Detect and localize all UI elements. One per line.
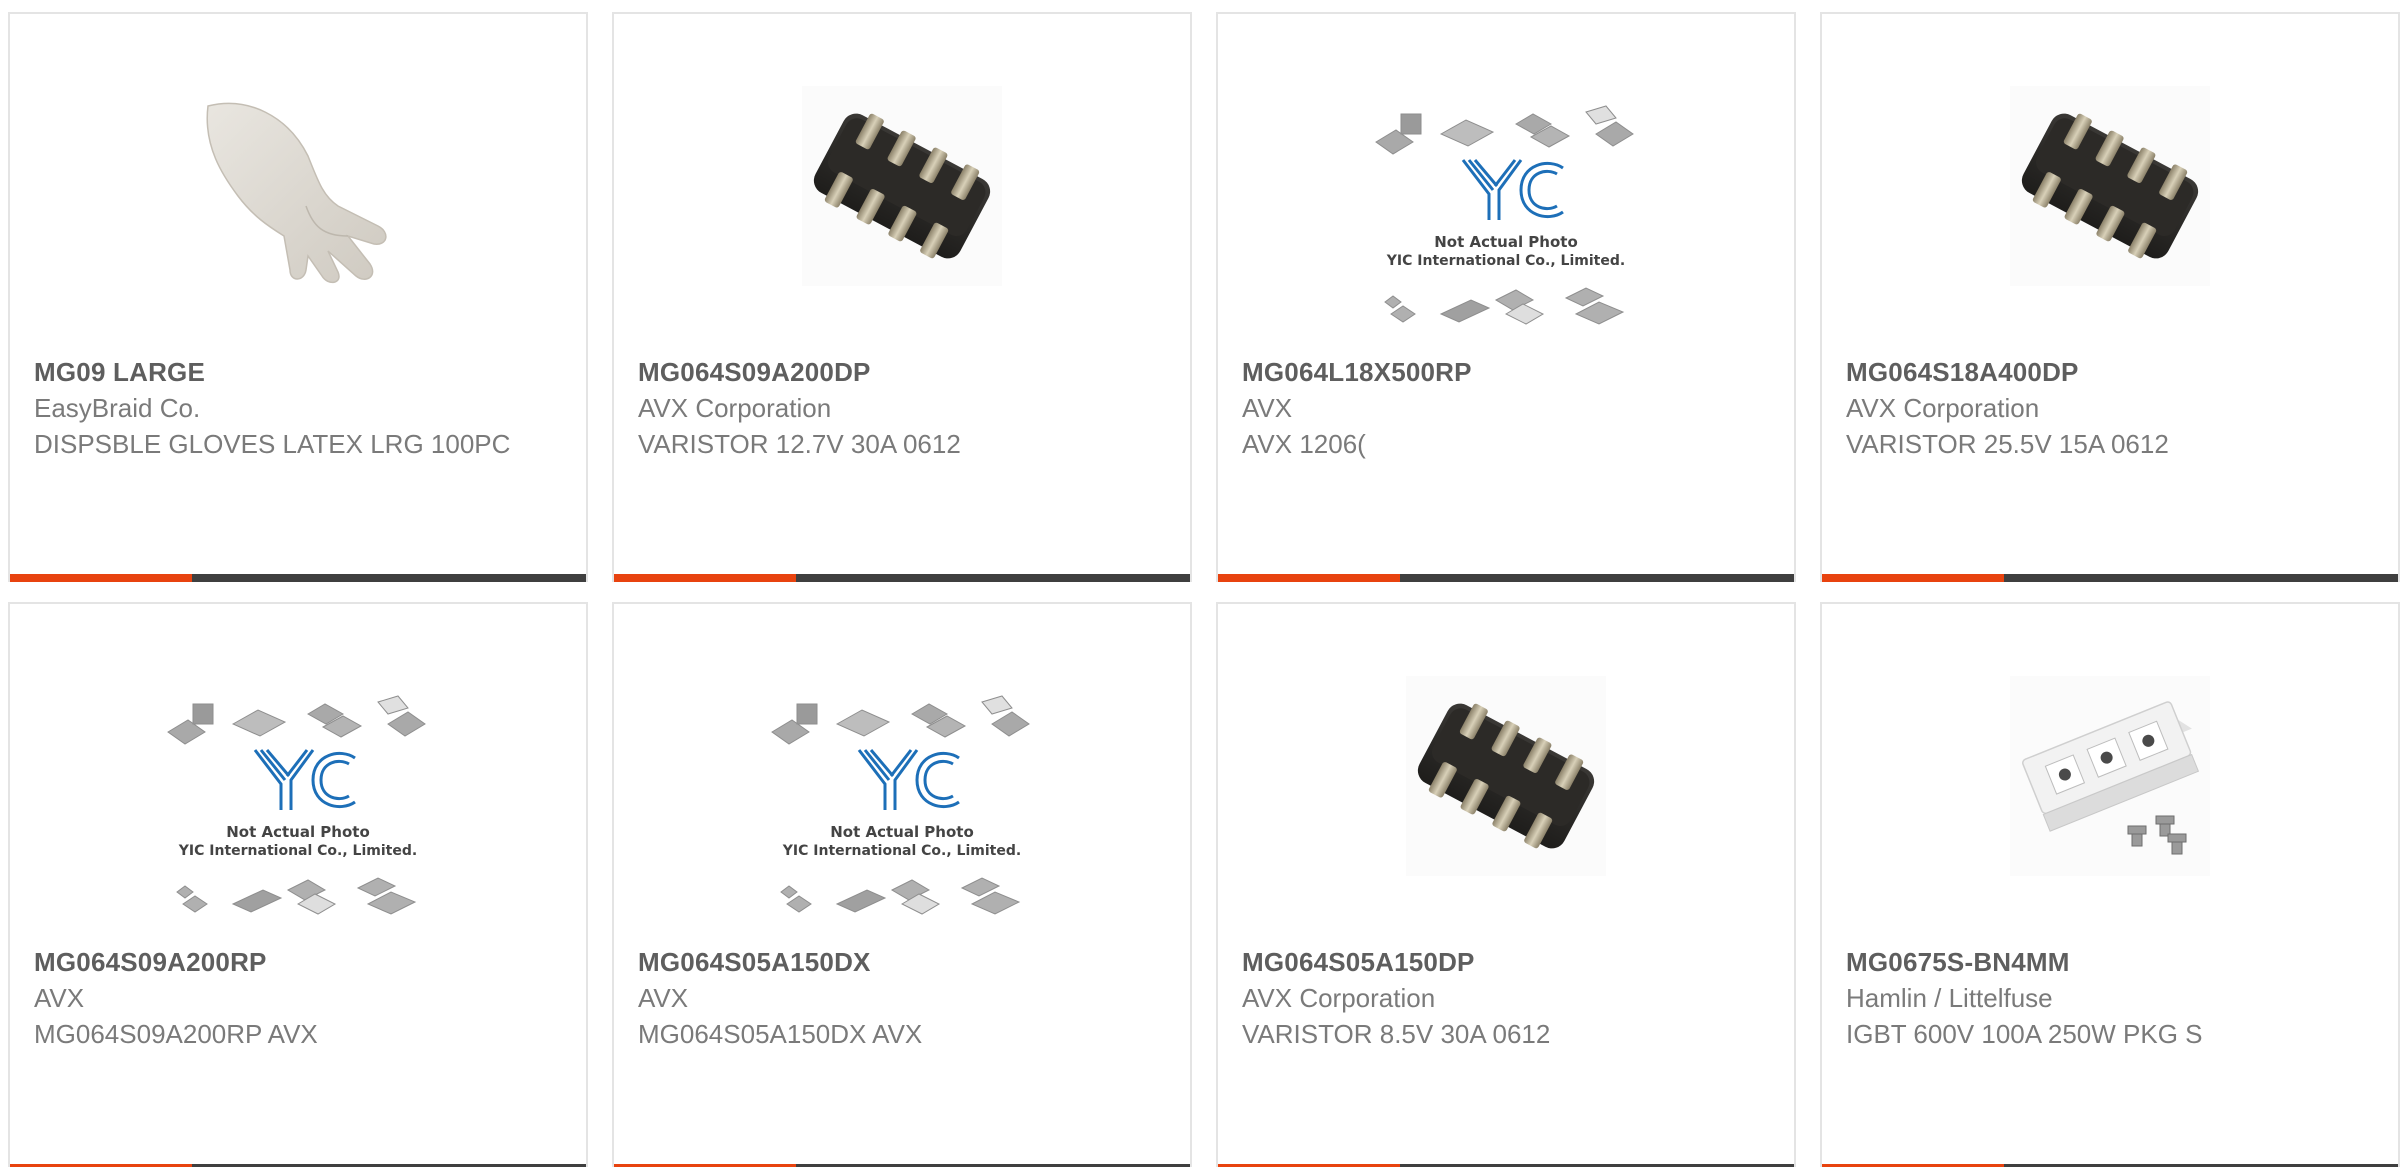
product-card[interactable]: MG064S05A150DP AVX Corporation VARISTOR … <box>1216 602 1796 1167</box>
card-accent-bar <box>614 574 796 582</box>
product-description: VARISTOR 25.5V 15A 0612 <box>1846 429 2169 459</box>
product-description: IGBT 600V 100A 250W PKG S <box>1846 1019 2203 1049</box>
yic-logo-icon <box>857 749 960 810</box>
manufacturer-name: AVX <box>638 983 689 1013</box>
chip-array-image <box>802 86 1002 286</box>
product-card[interactable]: MG064S09A200DP AVX Corporation VARISTOR … <box>612 12 1192 582</box>
part-number[interactable]: MG064S09A200DP <box>638 354 1166 390</box>
product-card[interactable]: MG0675S-BN4MM Hamlin / Littelfuse IGBT 6… <box>1820 602 2400 1167</box>
card-accent-bar <box>1218 574 1400 582</box>
card-accent-bar <box>10 574 192 582</box>
placeholder-caption-2: YIC International Co., Limited. <box>782 843 1021 859</box>
placeholder-image: Not Actual Photo YIC International Co., … <box>771 695 1030 915</box>
yic-logo-icon <box>1461 159 1564 220</box>
card-bottom-bar <box>10 574 586 582</box>
placeholder-caption-2: YIC International Co., Limited. <box>1386 253 1625 269</box>
product-description: AVX 1206( <box>1242 429 1366 459</box>
product-card[interactable]: MG064S18A400DP AVX Corporation VARISTOR … <box>1820 12 2400 582</box>
placeholder-caption-1: Not Actual Photo <box>830 823 974 841</box>
placeholder-caption-1: Not Actual Photo <box>226 823 370 841</box>
glove-image <box>198 86 398 286</box>
manufacturer-name: AVX <box>1242 393 1293 423</box>
igbt-module-image <box>2010 676 2210 876</box>
manufacturer-name: Hamlin / Littelfuse <box>1846 983 2053 1013</box>
card-bottom-bar <box>614 574 1190 582</box>
part-number[interactable]: MG09 LARGE <box>34 354 562 390</box>
product-description: MG064S09A200RP AVX <box>34 1019 318 1049</box>
product-card[interactable]: MG09 LARGE EasyBraid Co. DISPSBLE GLOVES… <box>8 12 588 582</box>
placeholder-caption-1: Not Actual Photo <box>1434 233 1578 251</box>
part-number[interactable]: MG064S18A400DP <box>1846 354 2374 390</box>
card-bottom-bar <box>1218 574 1794 582</box>
part-number[interactable]: MG0675S-BN4MM <box>1846 944 2374 980</box>
card-bottom-bar <box>1822 574 2398 582</box>
part-number[interactable]: MG064S05A150DX <box>638 944 1166 980</box>
product-card[interactable]: Not Actual Photo YIC International Co., … <box>8 602 588 1167</box>
manufacturer-name: AVX Corporation <box>1846 393 2040 423</box>
product-description: MG064S05A150DX AVX <box>638 1019 923 1049</box>
chip-array-image <box>2010 86 2210 286</box>
product-card[interactable]: Not Actual Photo YIC International Co., … <box>1216 12 1796 582</box>
product-card[interactable]: Not Actual Photo YIC International Co., … <box>612 602 1192 1167</box>
product-description: DISPSBLE GLOVES LATEX LRG 100PC <box>34 429 511 459</box>
manufacturer-name: AVX Corporation <box>1242 983 1436 1013</box>
placeholder-image: Not Actual Photo YIC International Co., … <box>167 695 426 915</box>
part-number[interactable]: MG064S09A200RP <box>34 944 562 980</box>
manufacturer-name: AVX Corporation <box>638 393 832 423</box>
placeholder-caption-2: YIC International Co., Limited. <box>178 843 417 859</box>
part-number[interactable]: MG064S05A150DP <box>1242 944 1770 980</box>
part-number[interactable]: MG064L18X500RP <box>1242 354 1770 390</box>
card-accent-bar <box>1822 574 2004 582</box>
product-description: VARISTOR 8.5V 30A 0612 <box>1242 1019 1551 1049</box>
yic-logo-icon <box>253 749 356 810</box>
chip-array-image <box>1406 676 1606 876</box>
product-description: VARISTOR 12.7V 30A 0612 <box>638 429 961 459</box>
placeholder-image: Not Actual Photo YIC International Co., … <box>1375 105 1634 325</box>
manufacturer-name: EasyBraid Co. <box>34 393 201 423</box>
manufacturer-name: AVX <box>34 983 85 1013</box>
